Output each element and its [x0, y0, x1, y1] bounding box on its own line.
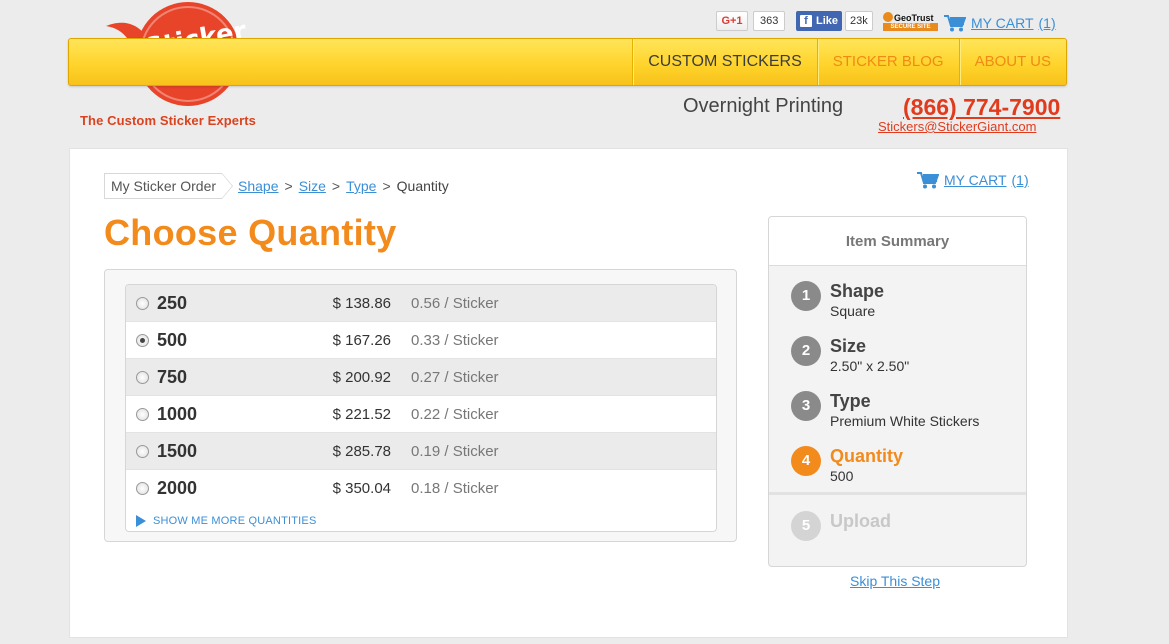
step-value: Premium White Stickers [830, 413, 980, 429]
step-number: 3 [791, 391, 821, 421]
header-cart-count[interactable]: (1) [1039, 15, 1056, 31]
quantity-value: 750 [157, 367, 188, 387]
quantity-radio[interactable] [136, 408, 149, 421]
google-plus-button[interactable]: G+1 [716, 11, 748, 31]
quantity-row[interactable]: 750 $ 200.92 0.27 / Sticker [126, 359, 716, 396]
overnight-printing-text: Overnight Printing [683, 95, 844, 117]
quantity-row[interactable]: 2000 $ 350.04 0.18 / Sticker [126, 470, 716, 507]
geotrust-label: GeoTrust [894, 13, 934, 23]
phone-link[interactable]: (866) 774-7900 [903, 94, 1060, 121]
step-number: 5 [791, 511, 821, 541]
email-link[interactable]: Stickers@StickerGiant.com [878, 119, 1036, 134]
nav-about-us[interactable]: ABOUT US [958, 39, 1066, 85]
step-label: Type [830, 391, 871, 411]
geotrust-sub: SECURE SITE [883, 23, 938, 31]
step-number: 2 [791, 336, 821, 366]
quantity-price: $ 200.92 [332, 369, 391, 386]
nav-sticker-blog[interactable]: STICKER BLOG [816, 39, 959, 85]
google-plus-widget[interactable]: G+1 363 [716, 11, 786, 31]
breadcrumb-shape[interactable]: Shape [238, 178, 278, 194]
quantity-row[interactable]: 500 $ 167.26 0.33 / Sticker [126, 322, 716, 359]
quantity-price: $ 138.86 [332, 295, 391, 312]
content-cart[interactable]: MY CART (1) [917, 171, 1029, 189]
step-label: Upload [830, 511, 891, 531]
quantity-per-sticker: 0.27 / Sticker [411, 369, 499, 386]
breadcrumb-separator: > [382, 178, 391, 194]
step-number: 4 [791, 446, 821, 476]
quantity-per-sticker: 0.33 / Sticker [411, 332, 499, 349]
facebook-like-button[interactable]: f Like [796, 11, 843, 31]
quantity-value: 1500 [157, 441, 198, 461]
facebook-like-count: 23k [845, 11, 873, 31]
facebook-like-label: Like [816, 15, 839, 27]
quantity-box: 250 $ 138.86 0.56 / Sticker 500 $ 167.26… [104, 269, 737, 542]
breadcrumb-current: Quantity [396, 178, 449, 194]
quantity-price: $ 167.26 [332, 332, 391, 349]
quantity-value: 1000 [157, 404, 198, 424]
facebook-like-widget[interactable]: f Like 23k [796, 11, 873, 31]
item-summary: Item Summary 1 Shape Square 2 Size 2.50"… [768, 216, 1027, 567]
tagline: The Custom Sticker Experts [80, 113, 256, 128]
quantity-value: 2000 [157, 478, 198, 498]
item-summary-title: Item Summary [769, 217, 1026, 266]
google-plus-count: 363 [753, 11, 786, 31]
facebook-icon: f [800, 15, 812, 27]
geotrust-badge[interactable]: GeoTrust SECURE SITE [883, 10, 938, 32]
quantity-table: 250 $ 138.86 0.56 / Sticker 500 $ 167.26… [125, 284, 717, 532]
header-cart[interactable]: MY CART (1) [944, 14, 1056, 32]
quantity-row[interactable]: 1000 $ 221.52 0.22 / Sticker [126, 396, 716, 433]
show-more-label: SHOW ME MORE QUANTITIES [153, 515, 317, 527]
quantity-price: $ 285.78 [332, 443, 391, 460]
cart-icon [917, 172, 939, 189]
main-nav-bar: CUSTOM STICKERS STICKER BLOG ABOUT US [68, 38, 1067, 86]
breadcrumb: My Sticker Order Shape > Size > Type > Q… [104, 173, 449, 199]
step-value: Square [830, 303, 876, 319]
quantity-per-sticker: 0.19 / Sticker [411, 443, 499, 460]
quantity-value: 250 [157, 293, 188, 313]
show-more-quantities-link[interactable]: SHOW ME MORE QUANTITIES [136, 515, 317, 527]
step-value: 500 [830, 468, 854, 484]
quantity-row[interactable]: 250 $ 138.86 0.56 / Sticker [126, 285, 716, 322]
quantity-radio[interactable] [136, 297, 149, 310]
step-label: Quantity [830, 446, 904, 466]
quantity-radio[interactable] [136, 482, 149, 495]
quantity-radio-selected[interactable] [136, 334, 149, 347]
quantity-per-sticker: 0.56 / Sticker [411, 295, 499, 312]
skip-step-link[interactable]: Skip This Step [850, 573, 940, 589]
nav-custom-stickers[interactable]: CUSTOM STICKERS [632, 39, 817, 85]
step-value: 2.50" x 2.50" [830, 358, 910, 374]
step-label: Shape [830, 281, 885, 301]
header-cart-link[interactable]: MY CART [971, 15, 1034, 31]
breadcrumb-separator: > [284, 178, 293, 194]
geotrust-icon [883, 12, 893, 22]
content-cart-count[interactable]: (1) [1012, 172, 1029, 188]
breadcrumb-size[interactable]: Size [299, 178, 326, 194]
breadcrumb-separator: > [331, 178, 341, 194]
content-cart-link[interactable]: MY CART [944, 172, 1007, 188]
play-triangle-icon [136, 515, 146, 527]
quantity-per-sticker: 0.18 / Sticker [411, 480, 499, 497]
quantity-price: $ 221.52 [332, 406, 391, 423]
quantity-per-sticker: 0.22 / Sticker [411, 406, 499, 423]
cart-icon [944, 15, 966, 32]
quantity-row[interactable]: 1500 $ 285.78 0.19 / Sticker [126, 433, 716, 470]
breadcrumb-root[interactable]: My Sticker Order [104, 173, 234, 199]
quantity-value: 500 [157, 330, 188, 350]
step-label: Size [830, 336, 867, 356]
breadcrumb-type[interactable]: Type [346, 178, 376, 194]
page-title: Choose Quantity [104, 212, 397, 253]
quantity-price: $ 350.04 [332, 480, 391, 497]
quantity-radio[interactable] [136, 445, 149, 458]
quantity-radio[interactable] [136, 371, 149, 384]
summary-divider [769, 492, 1026, 495]
step-number: 1 [791, 281, 821, 311]
